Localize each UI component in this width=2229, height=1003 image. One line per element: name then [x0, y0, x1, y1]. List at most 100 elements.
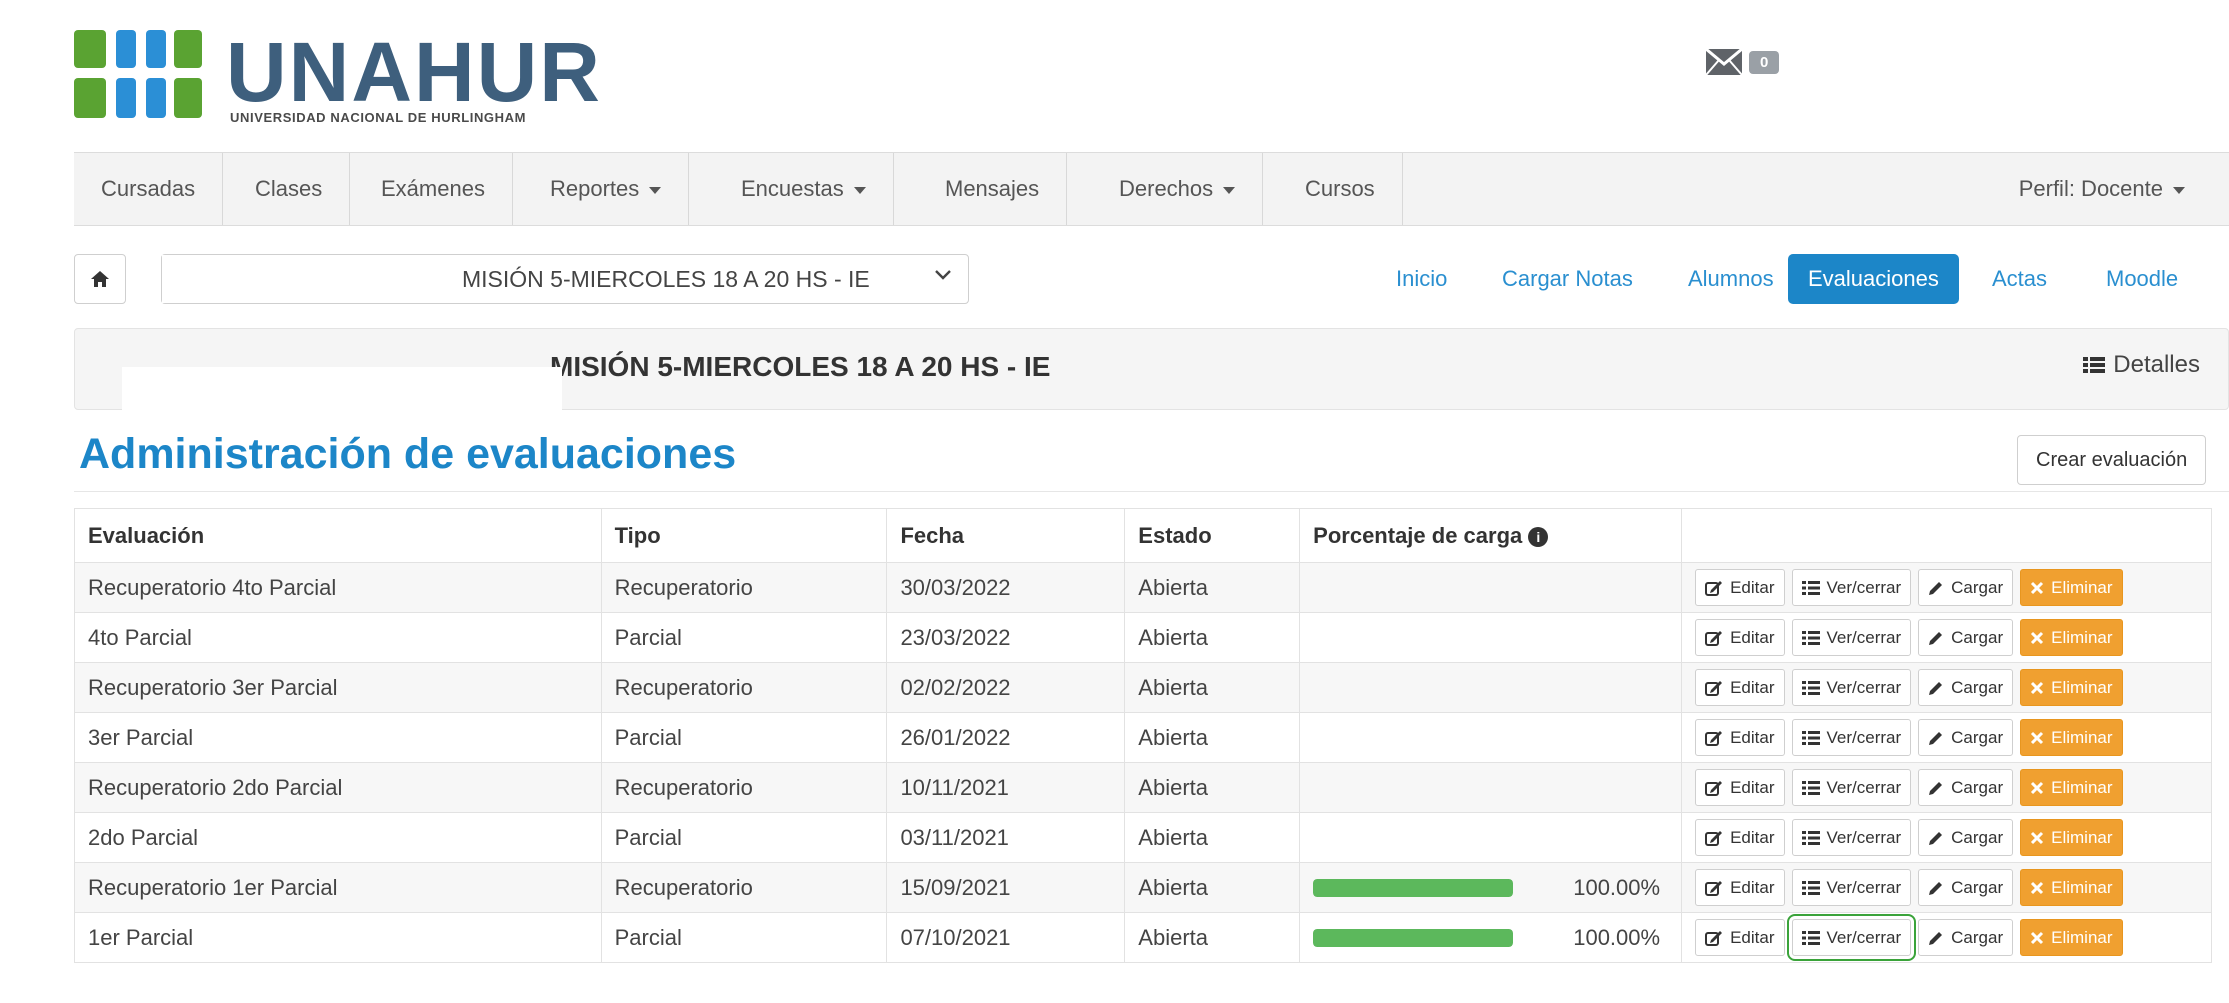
table-row: Recuperatorio 3er Parcial Recuperatorio …	[74, 662, 2212, 713]
cell-tipo: Parcial	[600, 712, 888, 763]
view-close-button[interactable]: Ver/cerrar	[1791, 869, 1912, 906]
view-label: Ver/cerrar	[1826, 928, 1902, 947]
view-close-button[interactable]: Ver/cerrar	[1791, 719, 1912, 756]
redacted-area	[162, 255, 462, 303]
messages-indicator[interactable]: 0	[1705, 48, 1780, 76]
row-actions: Editar Ver/cerrar Cargar Eliminar	[1695, 869, 2198, 906]
load-button[interactable]: Cargar	[1918, 719, 2014, 756]
load-button[interactable]: Cargar	[1918, 769, 2014, 806]
edit-icon	[1705, 680, 1723, 696]
cell-porcentaje: 100.00%	[1299, 862, 1683, 913]
progress-value: 100.00%	[1573, 874, 1661, 900]
info-icon[interactable]: i	[1528, 526, 1549, 547]
header-porcentaje-label: Porcentaje de carga	[1313, 522, 1523, 548]
pencil-icon	[1929, 931, 1943, 945]
cell-porcentaje	[1299, 712, 1683, 763]
edit-button[interactable]: Editar	[1695, 869, 1785, 906]
delete-label: Eliminar	[2051, 828, 2113, 847]
list-icon	[1801, 930, 1820, 945]
tab-inicio[interactable]: Inicio	[1376, 254, 1467, 304]
view-label: Ver/cerrar	[1826, 678, 1902, 697]
delete-button[interactable]: Eliminar	[2020, 869, 2123, 906]
nav-item-examenes[interactable]: Exámenes	[354, 153, 513, 225]
load-label: Cargar	[1951, 878, 2004, 897]
progress-track	[1313, 928, 1514, 947]
edit-button[interactable]: Editar	[1695, 569, 1785, 606]
cell-estado: Abierta	[1124, 812, 1301, 863]
edit-label: Editar	[1730, 928, 1775, 947]
edit-button[interactable]: Editar	[1695, 919, 1785, 956]
delete-button[interactable]: Eliminar	[2020, 819, 2123, 856]
pencil-icon	[1929, 781, 1943, 795]
home-button[interactable]	[74, 254, 126, 304]
caret-down-icon	[649, 186, 662, 194]
load-button[interactable]: Cargar	[1918, 669, 2014, 706]
view-close-button[interactable]: Ver/cerrar	[1791, 769, 1912, 806]
load-button[interactable]: Cargar	[1918, 869, 2014, 906]
table-row: 4to Parcial Parcial 23/03/2022 Abierta E…	[74, 612, 2212, 663]
nav-item-label: Reportes	[550, 176, 640, 201]
delete-button[interactable]: Eliminar	[2020, 769, 2123, 806]
view-close-button[interactable]: Ver/cerrar	[1791, 669, 1912, 706]
cell-estado: Abierta	[1124, 662, 1301, 713]
logo-mark-icon	[74, 30, 202, 120]
view-close-button[interactable]: Ver/cerrar	[1791, 569, 1912, 606]
edit-button[interactable]: Editar	[1695, 619, 1785, 656]
tab-cargar-notas[interactable]: Cargar Notas	[1482, 254, 1653, 304]
delete-button[interactable]: Eliminar	[2020, 919, 2123, 956]
view-close-button[interactable]: Ver/cerrar	[1786, 914, 1917, 961]
load-label: Cargar	[1951, 578, 2004, 597]
delete-button[interactable]: Eliminar	[2020, 669, 2123, 706]
load-button[interactable]: Cargar	[1918, 919, 2014, 956]
cell-actions: Editar Ver/cerrar Cargar Eliminar	[1681, 812, 2212, 863]
profile-menu[interactable]: Perfil: Docente	[2019, 153, 2185, 225]
load-label: Cargar	[1951, 778, 2004, 797]
view-label: Ver/cerrar	[1826, 578, 1902, 597]
tab-moodle[interactable]: Moodle	[2086, 254, 2198, 304]
tab-actas[interactable]: Actas	[1972, 254, 2067, 304]
view-close-button[interactable]: Ver/cerrar	[1791, 819, 1912, 856]
delete-button[interactable]: Eliminar	[2020, 619, 2123, 656]
edit-label: Editar	[1730, 628, 1775, 647]
cell-evaluacion: Recuperatorio 2do Parcial	[74, 762, 602, 813]
close-icon	[2031, 931, 2044, 944]
cell-porcentaje	[1299, 812, 1683, 863]
edit-icon	[1705, 930, 1723, 946]
delete-button[interactable]: Eliminar	[2020, 569, 2123, 606]
nav-item-label: Clases	[255, 176, 323, 201]
nav-item-clases[interactable]: Clases	[228, 153, 351, 225]
view-label: Ver/cerrar	[1826, 778, 1902, 797]
nav-item-label: Derechos	[1119, 176, 1214, 201]
edit-button[interactable]: Editar	[1695, 819, 1785, 856]
cell-estado: Abierta	[1124, 862, 1301, 913]
edit-button[interactable]: Editar	[1695, 769, 1785, 806]
redacted-area	[122, 367, 562, 415]
unahur-logo[interactable]: UNAHUR UNIVERSIDAD NACIONAL DE HURLINGHA…	[74, 30, 600, 125]
profile-label: Perfil: Docente	[2018, 176, 2163, 201]
nav-item-cursadas[interactable]: Cursadas	[74, 153, 224, 225]
close-icon	[2031, 781, 2044, 794]
edit-button[interactable]: Editar	[1695, 719, 1785, 756]
header-fecha: Fecha	[886, 508, 1126, 563]
edit-icon	[1705, 830, 1723, 846]
load-button[interactable]: Cargar	[1918, 819, 2014, 856]
nav-item-cursos[interactable]: Cursos	[1278, 153, 1403, 225]
edit-button[interactable]: Editar	[1695, 669, 1785, 706]
load-button[interactable]: Cargar	[1918, 569, 2014, 606]
nav-item-encuestas[interactable]: Encuestas	[714, 153, 894, 225]
nav-item-derechos[interactable]: Derechos	[1092, 153, 1264, 225]
view-close-button[interactable]: Ver/cerrar	[1791, 619, 1912, 656]
cell-actions: Editar Ver/cerrar Cargar Eliminar	[1681, 862, 2212, 913]
create-evaluation-button[interactable]: Crear evaluación	[2017, 435, 2207, 485]
tab-alumnos[interactable]: Alumnos	[1668, 254, 1794, 304]
close-icon	[2031, 831, 2044, 844]
load-button[interactable]: Cargar	[1918, 619, 2014, 656]
nav-item-mensajes[interactable]: Mensajes	[918, 153, 1068, 225]
unread-count-badge: 0	[1749, 50, 1780, 74]
tab-evaluaciones[interactable]: Evaluaciones	[1788, 254, 1959, 304]
details-button[interactable]: Detalles	[2083, 351, 2200, 379]
home-icon	[91, 271, 109, 287]
nav-item-reportes[interactable]: Reportes	[523, 153, 690, 225]
table-row: 1er Parcial Parcial 07/10/2021 Abierta 1…	[74, 912, 2212, 963]
delete-button[interactable]: Eliminar	[2020, 719, 2123, 756]
